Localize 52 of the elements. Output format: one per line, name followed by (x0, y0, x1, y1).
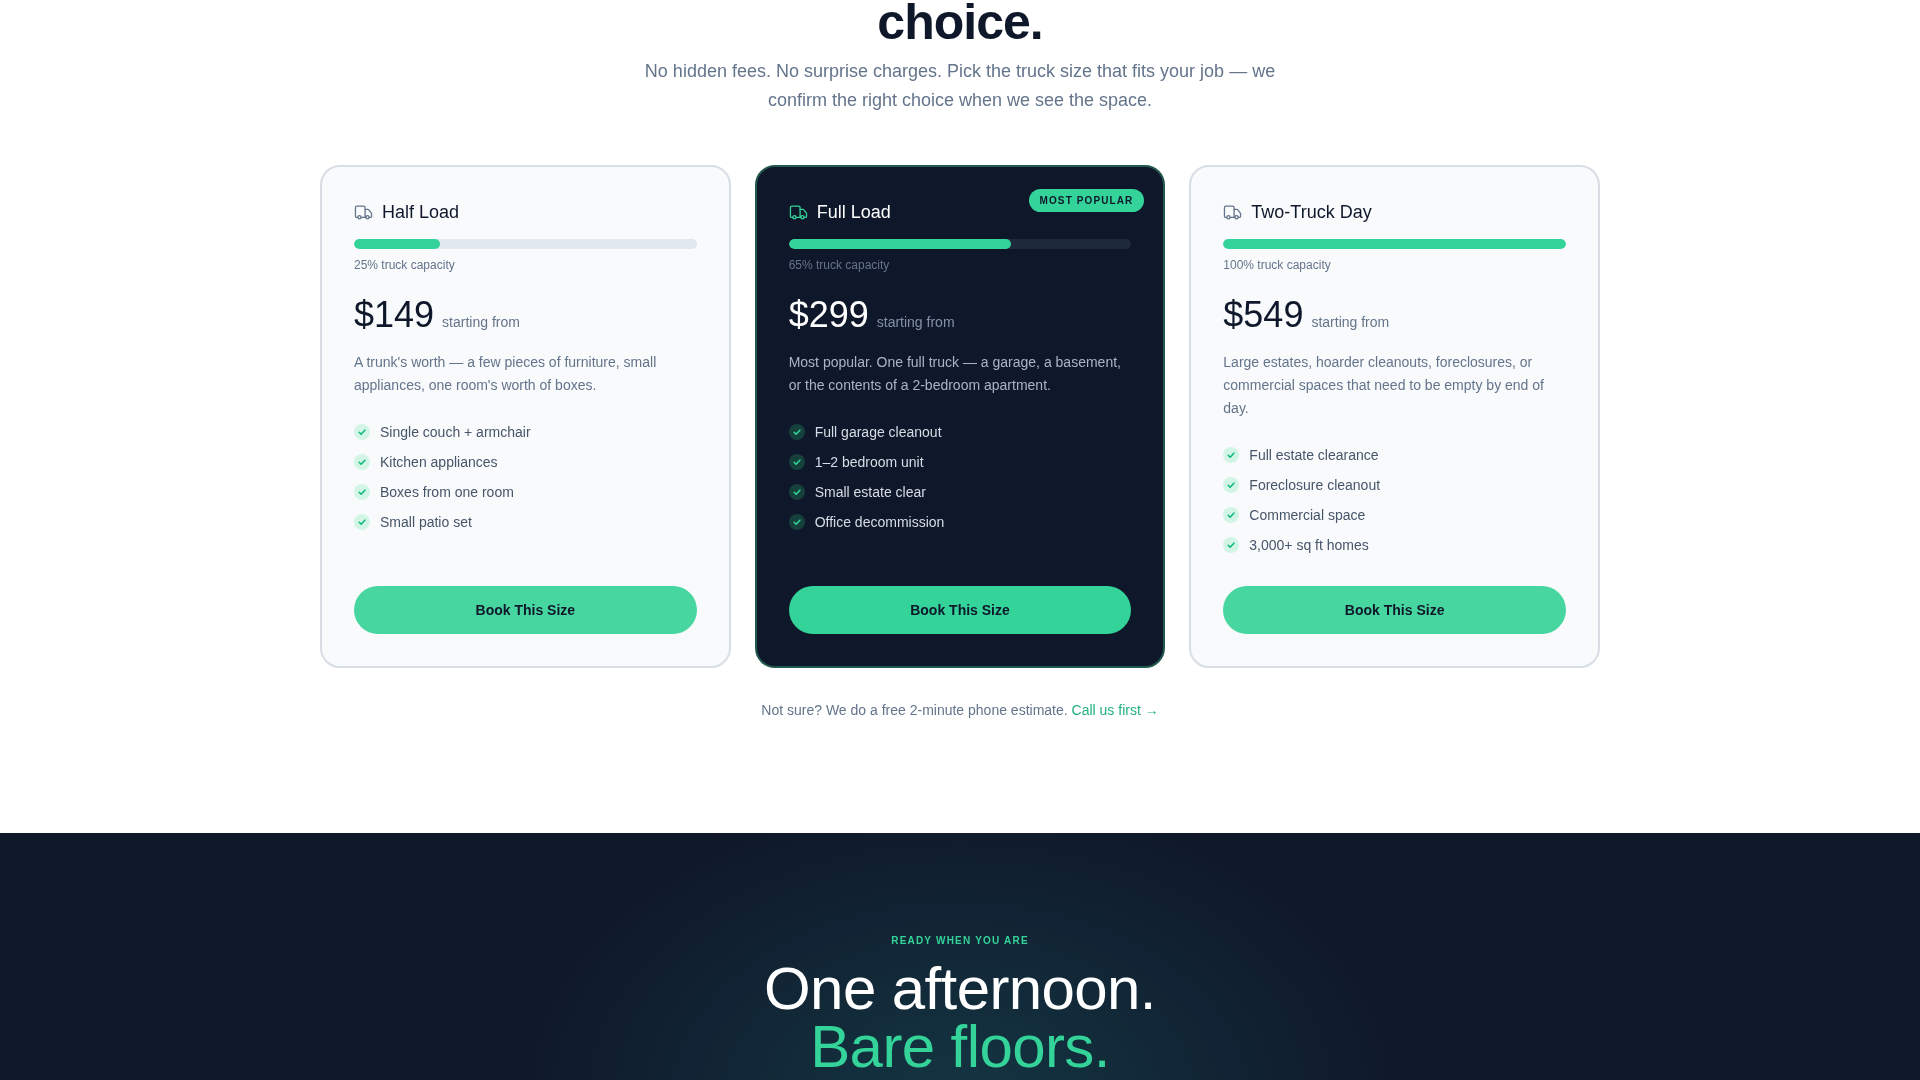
capacity-label: 25% truck capacity (354, 257, 456, 273)
price: $299 (788, 297, 869, 333)
truck-icon (788, 204, 808, 220)
check-icon (1223, 477, 1240, 493)
check-icon (1223, 507, 1240, 523)
check-icon (354, 424, 370, 440)
plan-description: A trunk's worth — a few pieces of furniture, small appliances, one room's worth of boxes. (354, 353, 658, 395)
truck-icon (354, 204, 373, 220)
eyebrow-label: READY WHEN YOU ARE (890, 934, 1030, 948)
plan-name: Full Load (816, 201, 891, 224)
check-icon (788, 514, 805, 530)
check-icon (1223, 537, 1240, 553)
check-icon (354, 484, 370, 500)
book-button[interactable]: Book This Size (788, 586, 1132, 634)
price: $149 (354, 297, 435, 333)
book-button[interactable]: Book This Size (354, 586, 697, 634)
cta-heading: One afternoon. (764, 960, 1156, 1018)
price-note: starting from (1311, 313, 1390, 331)
feature-text: 3,000+ sq ft homes (1249, 536, 1369, 555)
feature-text: Small patio set (380, 513, 472, 532)
feature-text: Kitchen appliances (380, 453, 498, 472)
plan-name: Two-Truck Day (1251, 201, 1372, 224)
feature-text: Office decommission (814, 513, 945, 532)
feature-text: Full garage cleanout (814, 423, 942, 442)
check-icon (788, 484, 805, 500)
truck-icon (1223, 204, 1243, 220)
feature-text: 1–2 bedroom unit (814, 453, 924, 472)
section-subtitle: No hidden fees. No surprise charges. Pick the truck size that fits your job — we confirm the right choice when we see the space. (643, 60, 1277, 112)
feature-text: Single couch + armchair (380, 423, 531, 442)
capacity-label: 65% truck capacity (788, 257, 891, 273)
feature-text: Small estate clear (814, 483, 926, 502)
feature-text: Boxes from one room (380, 483, 514, 502)
estimate-note: Not sure? We do a free 2-minute phone estimate. (761, 702, 1068, 718)
section-heading: choice. (877, 0, 1043, 45)
feature-text: Full estate clearance (1249, 446, 1379, 465)
book-button[interactable]: Book This Size (1223, 586, 1566, 634)
plan-description: Large estates, hoarder cleanouts, foreclosures, or commercial spaces that need to be empty by end of day. (1223, 353, 1545, 418)
check-icon (354, 454, 370, 470)
price-note: starting from (442, 313, 520, 331)
plan-name: Half Load (382, 201, 460, 224)
feature-text: Foreclosure cleanout (1249, 476, 1381, 495)
price: $549 (1223, 297, 1304, 333)
check-icon (788, 424, 805, 440)
plan-description: Most popular. One full truck — a garage, a basement, or the contents of a 2-bedroom apartment. (788, 353, 1122, 395)
capacity-label: 100% truck capacity (1223, 257, 1332, 273)
popular-badge: MOST POPULAR (1028, 189, 1145, 212)
check-icon (788, 454, 805, 470)
cta-heading-accent: Bare floors. (810, 1018, 1110, 1076)
check-icon (1223, 447, 1240, 463)
price-note: starting from (876, 313, 955, 331)
feature-text: Commercial space (1249, 506, 1366, 525)
check-icon (354, 514, 370, 530)
